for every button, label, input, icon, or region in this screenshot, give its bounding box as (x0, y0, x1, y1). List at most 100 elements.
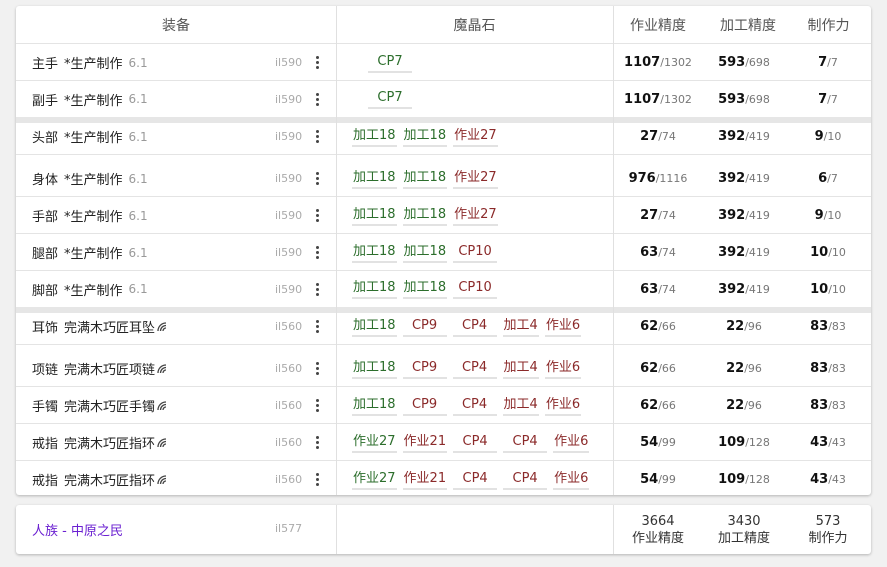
materia-slot[interactable]: 加工18 (352, 169, 397, 189)
item-name[interactable]: *生产制作 6.1 (64, 271, 148, 307)
item-name[interactable]: *生产制作 6.1 (64, 197, 148, 234)
item-version: 6.1 (128, 282, 148, 296)
column-divider (336, 6, 337, 495)
materia-slot[interactable]: 作业21 (402, 433, 448, 453)
more-vert-icon[interactable] (308, 461, 326, 495)
materia-slot[interactable]: CP7 (368, 89, 412, 109)
item-level: il590 (275, 92, 303, 106)
item-name[interactable]: 完满木巧匠耳坠 (64, 308, 168, 345)
materia-slot[interactable]: 加工4 (502, 317, 539, 337)
materia-slot[interactable]: 加工18 (402, 127, 448, 147)
control-max: /128 (745, 436, 770, 449)
craftsmanship-current: 54 (640, 435, 659, 450)
item-name[interactable]: *生产制作 6.1 (64, 160, 148, 197)
materia-slot[interactable]: 作业27 (453, 127, 498, 147)
item-version: 6.1 (128, 208, 148, 223)
item-name-text: *生产制作 (64, 57, 123, 72)
materia-slot[interactable]: 作业6 (553, 470, 590, 490)
item-name-text: *生产制作 (64, 283, 123, 299)
item-name[interactable]: *生产制作 6.1 (64, 44, 148, 81)
materia-slot[interactable]: CP9 (402, 317, 447, 337)
item-name[interactable]: 完满木巧匠指环 (64, 424, 168, 461)
item-name[interactable]: 完满木巧匠手镯 (64, 387, 168, 424)
materia-slot[interactable]: 加工4 (502, 396, 539, 416)
more-vert-icon[interactable] (308, 118, 326, 155)
materia-slot[interactable]: 加工18 (352, 359, 397, 379)
cp-max: /10 (823, 130, 842, 143)
more-vert-icon[interactable] (308, 197, 326, 234)
materia-slot[interactable]: 加工18 (352, 243, 397, 263)
cp-current: 9 (814, 129, 824, 144)
more-vert-icon[interactable] (308, 160, 326, 197)
materia-slot[interactable]: 作业21 (402, 470, 448, 490)
item-name[interactable]: *生产制作 6.1 (64, 234, 148, 271)
materia-slot[interactable]: 作业6 (544, 317, 582, 337)
materia-slot[interactable]: 作业27 (352, 433, 397, 453)
materia-slot[interactable]: 加工4 (502, 359, 539, 379)
materia-slot[interactable]: CP9 (402, 359, 447, 379)
more-vert-icon[interactable] (308, 350, 326, 387)
craftsmanship-value: 27/74 (613, 197, 703, 234)
more-vert-icon[interactable] (308, 81, 326, 117)
item-name[interactable]: 完满木巧匠项链 (64, 350, 168, 387)
more-vert-icon[interactable] (308, 234, 326, 271)
item-name-text: *生产制作 (64, 131, 123, 146)
craftsmanship-value: 63/74 (613, 271, 703, 307)
materia-slot[interactable]: 作业27 (453, 169, 498, 189)
craftsmanship-max: /1302 (660, 92, 692, 106)
materia-slot[interactable]: 加工18 (402, 279, 448, 299)
materia-slot[interactable]: 作业27 (453, 206, 498, 226)
more-vert-icon[interactable] (308, 271, 326, 307)
craftsmanship-max: /99 (658, 473, 676, 486)
materia-slot[interactable]: CP10 (453, 279, 498, 299)
header-materia: 魔晶石 (453, 18, 496, 34)
materia-slot[interactable]: CP4 (503, 433, 548, 453)
more-vert-icon[interactable] (308, 308, 326, 345)
materia-slot[interactable]: 作业27 (352, 470, 397, 490)
materia-slot[interactable]: 加工18 (352, 206, 397, 226)
materia-slot[interactable]: CP4 (452, 359, 497, 379)
cp-value: 7/7 (783, 44, 871, 81)
item-name[interactable]: *生产制作 6.1 (64, 81, 148, 117)
control-value: 22/96 (699, 308, 789, 345)
control-max: /96 (744, 399, 762, 412)
cp-current: 43 (810, 472, 829, 487)
materia-slot[interactable]: CP10 (453, 243, 498, 263)
materia-slot[interactable]: 加工18 (402, 206, 448, 226)
materia-slot[interactable]: 作业6 (544, 396, 582, 416)
control-current: 109 (718, 472, 746, 487)
materia-slot[interactable]: 加工18 (352, 396, 397, 416)
materia-slot[interactable]: CP7 (368, 53, 412, 73)
materia-slot[interactable]: 加工18 (402, 243, 448, 263)
slot-label: 主手 (32, 57, 59, 72)
materia-slot[interactable]: 加工18 (402, 169, 448, 189)
more-vert-icon[interactable] (308, 44, 326, 81)
control-current: 593 (718, 91, 746, 107)
materia-slot[interactable]: 作业6 (553, 433, 590, 453)
craftsmanship-current: 62 (640, 319, 659, 334)
column-divider (336, 505, 337, 554)
item-level: il560 (275, 320, 303, 333)
more-vert-icon[interactable] (308, 424, 326, 461)
item-name[interactable]: *生产制作 6.1 (64, 118, 148, 155)
control-current: 392 (718, 208, 746, 223)
materia-slot[interactable]: CP9 (402, 396, 447, 416)
materia-slot[interactable]: 加工18 (352, 127, 397, 147)
materia-slot[interactable]: 加工18 (352, 317, 397, 337)
materia-slot[interactable]: 加工18 (352, 279, 397, 299)
craftsmanship-max: /74 (658, 130, 676, 143)
craftsmanship-max: /1116 (655, 172, 688, 185)
materia-slot[interactable]: 作业6 (544, 359, 582, 379)
slot-label: 项链 (32, 363, 59, 378)
materia-slot[interactable]: CP4 (453, 433, 498, 453)
control-max: /698 (745, 56, 770, 69)
materia-slot[interactable]: CP4 (452, 317, 497, 337)
materia-slot[interactable]: CP4 (452, 396, 497, 416)
race-link[interactable]: 人族 - 中原之民 (32, 520, 123, 539)
materia-slot[interactable]: CP4 (503, 470, 548, 490)
item-name[interactable]: 完满木巧匠指环 (64, 461, 168, 495)
more-vert-icon[interactable] (308, 387, 326, 424)
control-current: 392 (718, 171, 746, 186)
materia-slot[interactable]: CP4 (453, 470, 498, 490)
slot-label: 脚部 (32, 283, 59, 299)
